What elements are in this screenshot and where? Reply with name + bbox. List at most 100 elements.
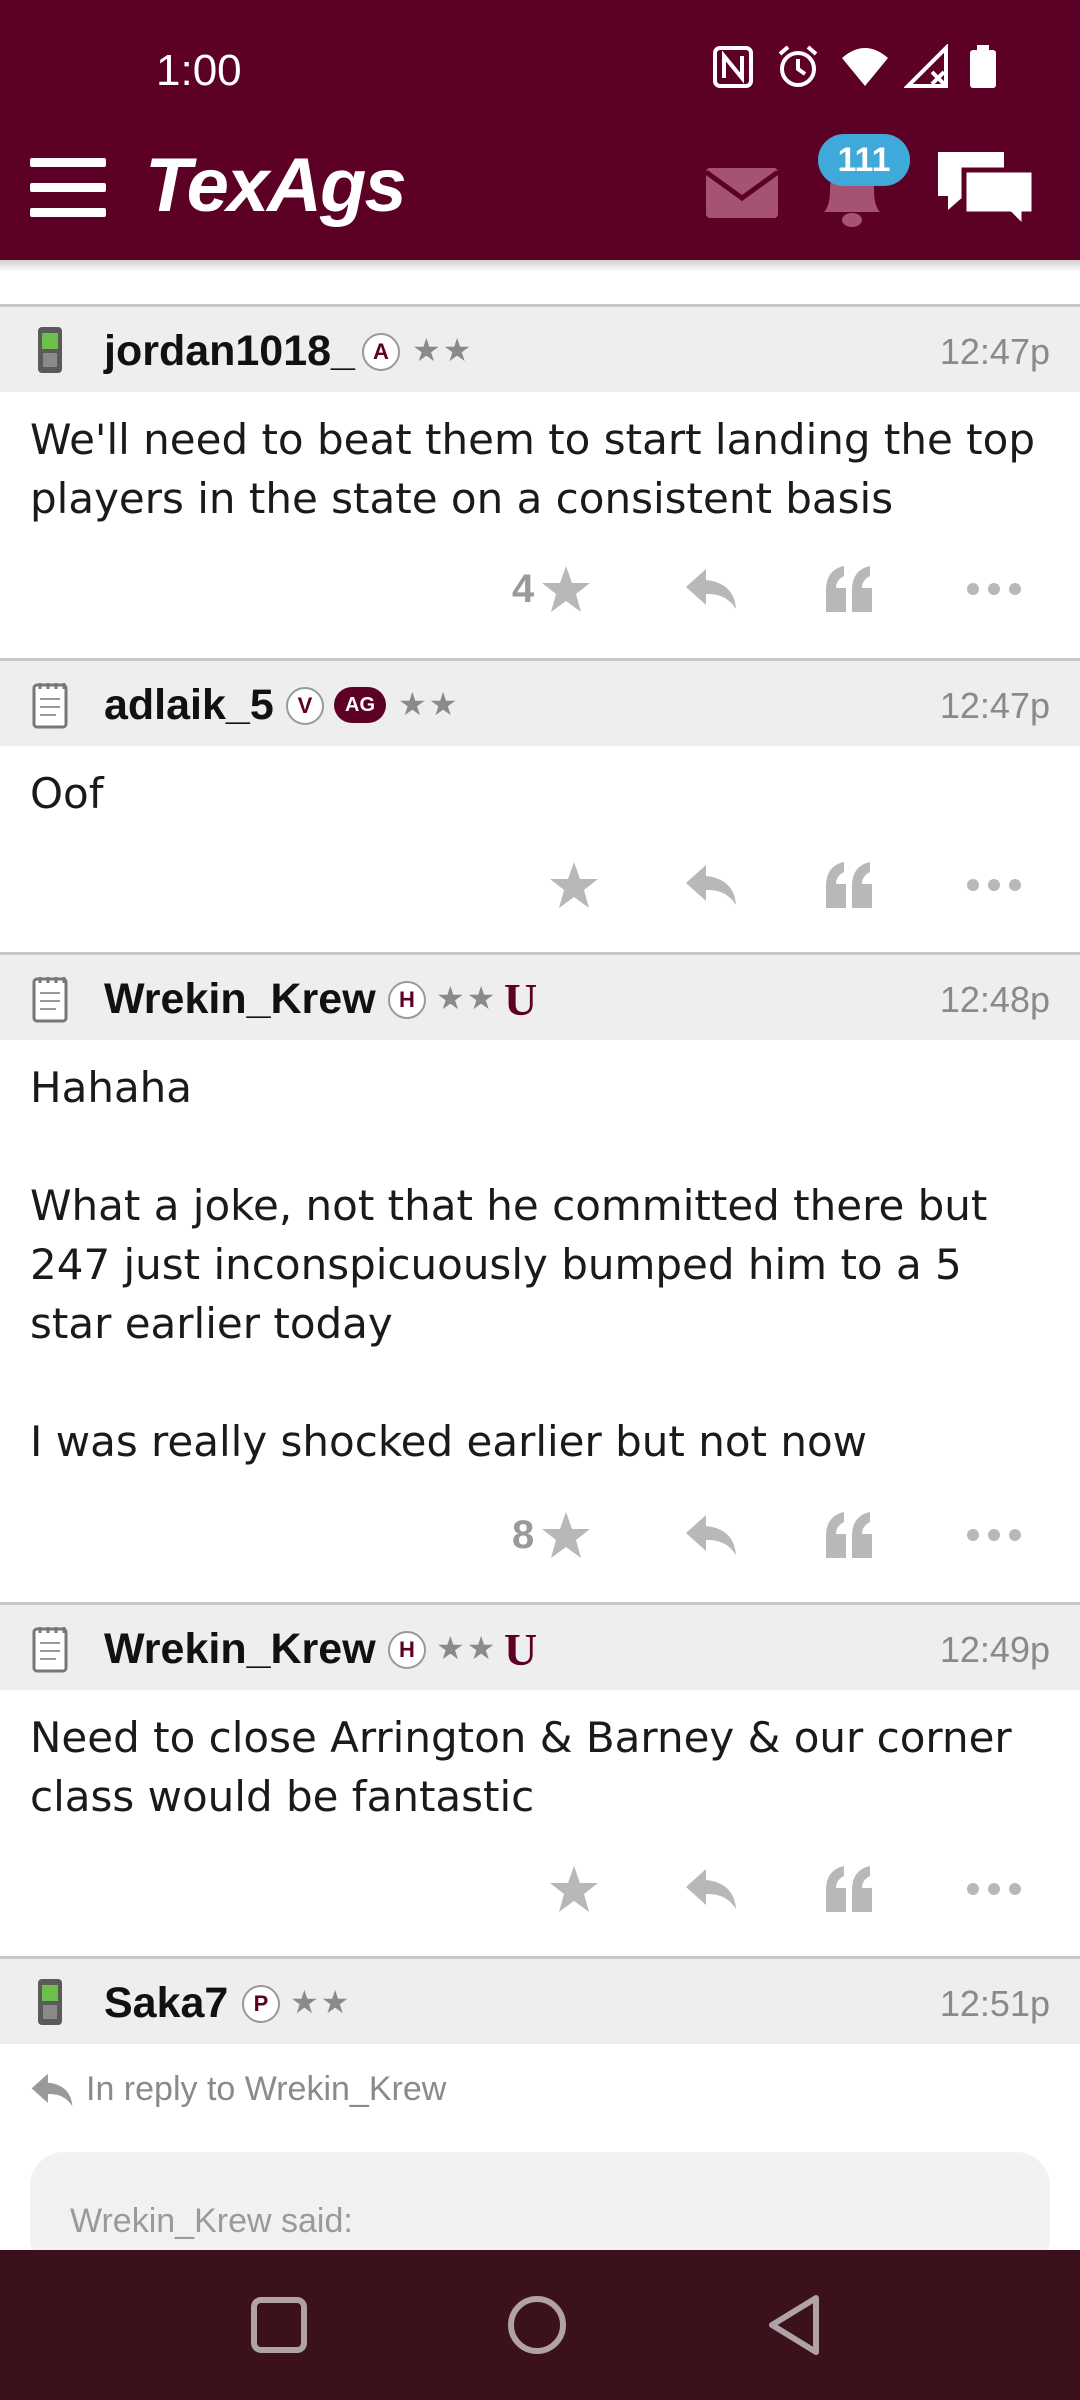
post-username[interactable]: Wrekin_Krew bbox=[104, 975, 376, 1024]
system-navbar bbox=[0, 2250, 1080, 2400]
user-level-badge: H bbox=[388, 981, 426, 1019]
more-button[interactable] bbox=[966, 554, 1022, 624]
reply-button[interactable] bbox=[684, 1500, 738, 1570]
menu-button[interactable] bbox=[30, 158, 106, 217]
battery-icon bbox=[968, 44, 1010, 90]
reply-icon bbox=[686, 1515, 736, 1555]
quote-button[interactable] bbox=[824, 1500, 874, 1570]
post-body: Hahaha What a joke, not that he committe… bbox=[30, 1063, 988, 1466]
quote-button[interactable] bbox=[824, 1854, 874, 1924]
post-body: Need to close Arrington & Barney & our c… bbox=[30, 1713, 1012, 1821]
post-timestamp: 12:47p bbox=[939, 331, 1050, 372]
school-logo: U bbox=[504, 974, 538, 1025]
mail-icon[interactable] bbox=[704, 168, 780, 218]
home-button[interactable] bbox=[502, 2290, 572, 2360]
notification-badge[interactable]: 111 bbox=[818, 134, 910, 186]
user-stars: ★★ bbox=[290, 1983, 352, 2021]
star-icon bbox=[542, 566, 591, 612]
ag-badge: AG bbox=[334, 687, 386, 723]
post-header: jordan1018_ A ★★ 12:47p bbox=[0, 304, 1080, 392]
post-header: adlaik_5 V AG ★★ 12:47p bbox=[0, 658, 1080, 746]
more-button[interactable] bbox=[966, 1500, 1022, 1570]
more-button[interactable] bbox=[966, 1854, 1022, 1924]
post-timestamp: 12:47p bbox=[939, 685, 1050, 726]
status-time: 1:00 bbox=[156, 46, 242, 95]
notepad-device-icon bbox=[30, 1623, 70, 1673]
user-level-badge: H bbox=[388, 1631, 426, 1669]
post-timestamp: 12:48p bbox=[939, 979, 1050, 1020]
post-body: Oof bbox=[30, 769, 104, 818]
user-level-badge: V bbox=[286, 687, 324, 725]
more-icon bbox=[967, 1883, 1021, 1895]
app-header: 1:00 TexAgs 111 bbox=[0, 0, 1080, 260]
like-button[interactable]: 4 bbox=[512, 554, 592, 624]
reply-button[interactable] bbox=[684, 554, 738, 624]
reply-button[interactable] bbox=[684, 1854, 738, 1924]
chat-icon[interactable] bbox=[934, 148, 1038, 235]
star-icon bbox=[542, 1512, 591, 1558]
post-username[interactable]: Saka7 bbox=[104, 1979, 228, 2028]
post-actions: 4 bbox=[0, 554, 1080, 624]
quote-icon bbox=[826, 1866, 872, 1912]
quote-author: Wrekin_Krew said: bbox=[70, 2202, 353, 2240]
texags-logo[interactable]: TexAgs bbox=[145, 142, 407, 229]
triangle-back-icon bbox=[769, 2295, 819, 2355]
reply-icon bbox=[686, 569, 736, 609]
post-header: Wrekin_Krew H ★★ U 12:48p bbox=[0, 952, 1080, 1040]
like-button[interactable]: 8 bbox=[512, 1500, 592, 1570]
back-button[interactable] bbox=[760, 2290, 830, 2360]
post-timestamp: 12:49p bbox=[939, 1629, 1050, 1670]
recents-button[interactable] bbox=[244, 2290, 314, 2360]
phone-device-icon bbox=[30, 325, 70, 375]
like-count: 8 bbox=[512, 1512, 535, 1557]
signal-icon bbox=[903, 43, 948, 90]
quote-button[interactable] bbox=[824, 554, 874, 624]
notepad-device-icon bbox=[30, 679, 70, 729]
school-logo: U bbox=[504, 1624, 538, 1675]
quote-button[interactable] bbox=[824, 850, 874, 920]
square-icon bbox=[251, 2297, 307, 2353]
post-username[interactable]: adlaik_5 bbox=[104, 681, 274, 730]
more-icon bbox=[967, 1529, 1021, 1541]
post-actions bbox=[0, 1854, 1080, 1924]
like-button[interactable] bbox=[548, 1854, 600, 1924]
quote-icon bbox=[826, 566, 872, 612]
post-actions bbox=[0, 850, 1080, 920]
user-level-badge: P bbox=[242, 1985, 280, 2023]
like-button[interactable] bbox=[548, 850, 600, 920]
star-icon bbox=[550, 862, 598, 908]
quote-icon bbox=[826, 862, 872, 908]
post-username[interactable]: Wrekin_Krew bbox=[104, 1625, 376, 1674]
post-body: We'll need to beat them to start landing… bbox=[30, 415, 1035, 523]
user-stars: ★★ bbox=[436, 979, 498, 1017]
status-icons bbox=[712, 43, 1010, 90]
post-username[interactable]: jordan1018_ bbox=[104, 327, 355, 376]
user-stars: ★★ bbox=[436, 1629, 498, 1667]
header-shadow bbox=[0, 260, 1080, 272]
star-icon bbox=[550, 1866, 598, 1912]
user-level-badge: A bbox=[362, 333, 400, 371]
reply-button[interactable] bbox=[684, 850, 738, 920]
user-stars: ★★ bbox=[398, 685, 460, 723]
notepad-device-icon bbox=[30, 973, 70, 1023]
reply-icon bbox=[31, 2073, 73, 2106]
post-header: Saka7 P ★★ 12:51p bbox=[0, 1956, 1080, 2044]
post-header: Wrekin_Krew H ★★ U 12:49p bbox=[0, 1602, 1080, 1690]
nfc-icon bbox=[712, 44, 754, 90]
reply-icon bbox=[686, 865, 736, 905]
reply-reference[interactable]: In reply to Wrekin_Krew bbox=[30, 2070, 446, 2109]
post-actions: 8 bbox=[0, 1500, 1080, 1570]
reply-icon bbox=[686, 1869, 736, 1909]
circle-icon bbox=[508, 2296, 566, 2354]
more-icon bbox=[967, 879, 1021, 891]
reply-reference-text: In reply to Wrekin_Krew bbox=[86, 2070, 447, 2108]
alarm-icon bbox=[776, 44, 818, 90]
post-timestamp: 12:51p bbox=[939, 1983, 1050, 2024]
wifi-icon bbox=[840, 44, 888, 90]
quote-icon bbox=[826, 1512, 872, 1558]
phone-device-icon bbox=[30, 1977, 70, 2027]
more-button[interactable] bbox=[966, 850, 1022, 920]
more-icon bbox=[967, 583, 1021, 595]
like-count: 4 bbox=[512, 566, 535, 611]
user-stars: ★★ bbox=[412, 331, 474, 369]
